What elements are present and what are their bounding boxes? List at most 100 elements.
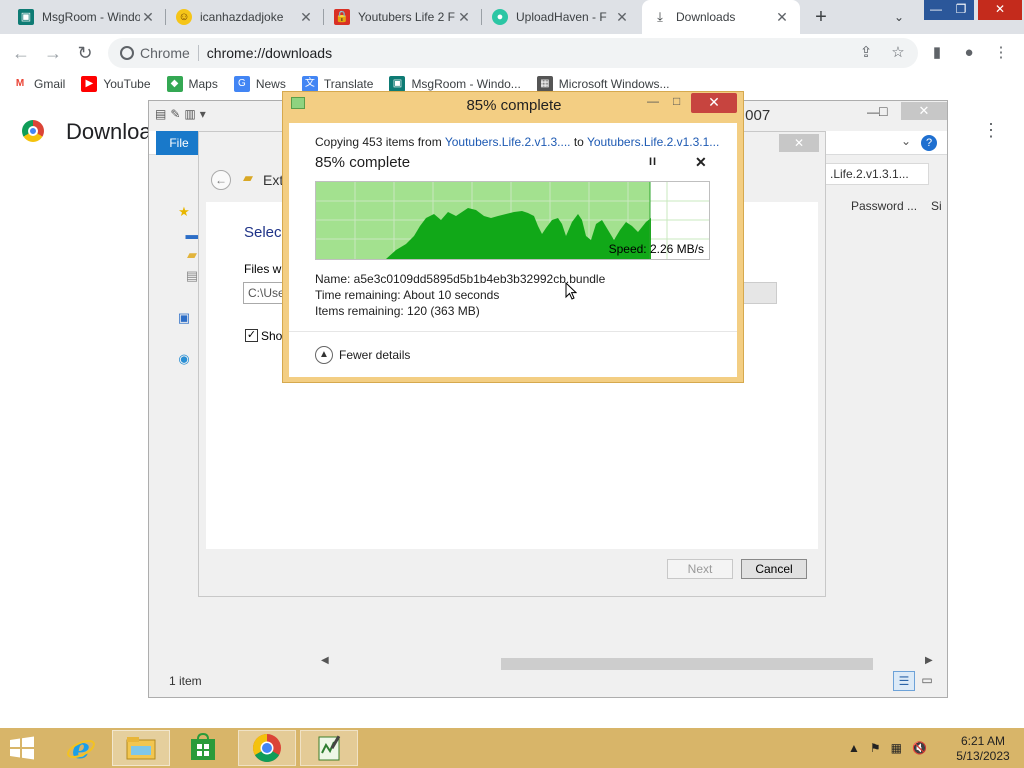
wizard-back-icon[interactable]: ← [211, 170, 231, 190]
recent-places-icon[interactable]: ▤ [185, 269, 199, 283]
time-remaining: Time remaining: About 10 seconds [315, 288, 500, 302]
tab-youtubers-life[interactable]: 🔒 Youtubers Life 2 F ✕ [324, 0, 482, 34]
download-icon: ⤓ [657, 9, 663, 24]
lock-icon: 🔒 [334, 9, 350, 25]
tab-strip: ▣ MsgRoom - Windows ✕ ☺ icanhazdadjoke ✕… [0, 0, 1024, 34]
explorer-close-button[interactable]: ✕ [901, 102, 947, 120]
downloads-menu-icon[interactable]: ⋮ [982, 120, 1000, 141]
tab-close-icon[interactable]: ✕ [456, 9, 472, 26]
action-center-flag-icon[interactable]: ⚑ [870, 741, 881, 755]
tab-msgroom[interactable]: ▣ MsgRoom - Windows ✕ [8, 0, 166, 34]
notepad-icon[interactable] [300, 730, 358, 766]
tab-downloads[interactable]: ⤓ Downloads ✕ [642, 0, 800, 34]
quick-access-toolbar[interactable]: ▤✎▥▾ [155, 107, 210, 121]
internet-explorer-icon[interactable]: e [52, 730, 110, 766]
tab-close-icon[interactable]: ✕ [614, 9, 630, 26]
favorites-star-icon[interactable]: ★ [177, 205, 191, 219]
column-header-size[interactable]: Si [931, 199, 942, 213]
network-status-icon[interactable]: ▦ [891, 741, 902, 755]
wizard-close-button[interactable]: ✕ [779, 134, 819, 152]
dialog-minimize-button[interactable]: — [647, 94, 659, 108]
window-minimize-button[interactable]: — [924, 0, 948, 20]
explorer-search-input[interactable]: .Life.2.v1.3.1... [825, 163, 929, 185]
forward-arrow-icon[interactable]: → [40, 40, 66, 66]
next-button[interactable]: Next [667, 559, 733, 579]
bookmark-maps[interactable]: ◆ Maps [166, 76, 218, 92]
browser-toolbar: ← → ↻ Chrome chrome://downloads ⇪ ☆ ▮ ● … [0, 34, 1024, 72]
new-tab-button[interactable]: + [808, 4, 834, 30]
taskbar-clock[interactable]: 6:21 AM 5/13/2023 [948, 734, 1018, 764]
folder-icon[interactable]: ▰ [185, 248, 199, 262]
scrollbar-thumb[interactable] [501, 658, 873, 670]
show-files-checkbox[interactable]: ✓ [245, 329, 258, 342]
taskbar: e ▲ ⚑ ▦ 🔇 6:21 AM 5/13/2023 [0, 728, 1024, 768]
msgroom-icon: ▣ [389, 76, 406, 92]
chrome-site-icon [120, 46, 134, 60]
dialog-maximize-button[interactable]: □ [673, 94, 680, 108]
news-icon: G [233, 76, 250, 92]
window-restore-button[interactable]: ❐ [948, 0, 974, 20]
cancel-copy-icon[interactable]: ✕ [695, 154, 707, 171]
ribbon-expand-icon[interactable]: ⌄ [901, 134, 911, 148]
mouse-cursor-icon [565, 282, 577, 300]
windows-store-icon[interactable] [174, 730, 232, 766]
share-icon[interactable]: ⇪ [855, 42, 877, 64]
files-label: Files wi [244, 262, 285, 276]
computer-icon[interactable]: ▣ [177, 311, 191, 325]
volume-muted-icon[interactable]: 🔇 [912, 741, 927, 755]
window-close-button[interactable]: ✕ [978, 0, 1022, 20]
dialog-close-button[interactable]: ✕ [691, 93, 737, 113]
chrome-icon[interactable] [238, 730, 296, 766]
large-icons-view-icon[interactable]: ▭ [919, 673, 935, 689]
source-folder-link[interactable]: Youtubers.Life.2.v1.3.... [445, 135, 571, 149]
bookmark-youtube[interactable]: ▶ YouTube [81, 76, 151, 92]
horizontal-scrollbar[interactable]: ◀ ▶ [317, 654, 939, 670]
tab-icanhazdadjoke[interactable]: ☺ icanhazdadjoke ✕ [166, 0, 324, 34]
menu-dots-icon[interactable]: ⋮ [990, 42, 1012, 64]
pause-icon[interactable]: II [649, 156, 657, 168]
file-explorer-icon[interactable] [112, 730, 170, 766]
copy-progress-dialog: 85% complete — □ ✕ Copying 453 items fro… [282, 91, 744, 383]
clock-date: 5/13/2023 [956, 749, 1010, 763]
explorer-maximize-button[interactable]: □ [879, 103, 887, 119]
zip-folder-icon: ▰ [243, 170, 253, 185]
tab-close-icon[interactable]: ✕ [298, 9, 314, 26]
bookmark-news[interactable]: G News [233, 76, 286, 92]
chrome-logo-icon [22, 120, 44, 142]
wizard-header: Ext [263, 172, 284, 188]
tab-search-icon[interactable]: ⌄ [888, 6, 910, 28]
help-icon[interactable]: ? [921, 135, 937, 151]
bookmark-star-icon[interactable]: ☆ [887, 42, 909, 64]
reload-icon[interactable]: ↻ [72, 40, 98, 66]
show-files-label: Sho [261, 329, 283, 343]
explorer-minimize-button[interactable]: — [867, 105, 879, 119]
profile-avatar-icon[interactable]: ● [958, 42, 980, 64]
bookmark-msgroom[interactable]: ▣ MsgRoom - Windo... [389, 76, 521, 92]
bookmark-translate[interactable]: 文 Translate [301, 76, 373, 92]
file-tab[interactable]: File [156, 131, 202, 155]
back-arrow-icon[interactable]: ← [8, 40, 34, 66]
address-bar[interactable]: Chrome chrome://downloads [108, 38, 918, 68]
dialog-body: Copying 453 items from Youtubers.Life.2.… [289, 123, 737, 377]
bookmark-gmail[interactable]: M Gmail [12, 76, 66, 92]
windows-grid-icon: ▦ [536, 76, 553, 92]
side-panel-icon[interactable]: ▮ [926, 42, 948, 64]
details-view-icon[interactable]: ☰ [893, 671, 915, 691]
show-hidden-icons-icon[interactable]: ▲ [848, 741, 860, 755]
column-header-password[interactable]: Password ... [851, 199, 917, 213]
tab-uploadhaven[interactable]: ● UploadHaven - F ✕ [482, 0, 640, 34]
tab-close-icon[interactable]: ✕ [140, 9, 156, 26]
collapse-chevron-icon[interactable]: ▲ [315, 346, 333, 364]
desktop-icon[interactable]: ▬ [185, 228, 199, 242]
cancel-button[interactable]: Cancel [741, 559, 807, 579]
windows-start-icon[interactable] [6, 734, 38, 762]
destination-folder-link[interactable]: Youtubers.Life.2.v1.3.1... [587, 135, 719, 149]
items-remaining: Items remaining: 120 (363 MB) [315, 304, 480, 318]
scroll-right-icon[interactable]: ▶ [925, 655, 933, 666]
fewer-details-link[interactable]: Fewer details [339, 348, 410, 362]
maps-icon: ◆ [166, 76, 183, 92]
tab-close-icon[interactable]: ✕ [774, 9, 790, 26]
scroll-left-icon[interactable]: ◀ [321, 655, 329, 666]
bookmark-microsoft-windows[interactable]: ▦ Microsoft Windows... [536, 76, 670, 92]
network-icon[interactable]: ◉ [177, 352, 191, 366]
